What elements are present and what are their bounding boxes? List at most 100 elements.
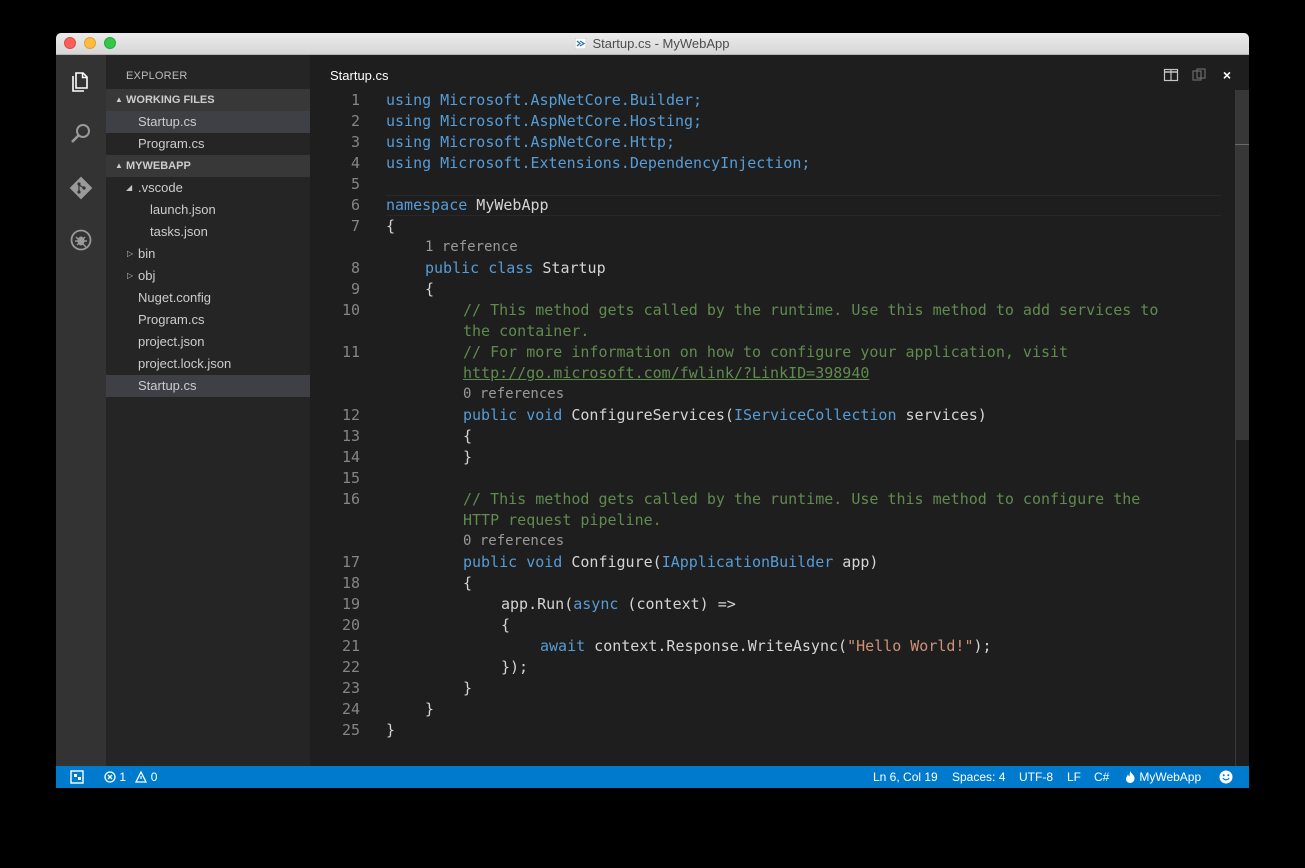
working-file-startup[interactable]: Startup.cs [106,111,310,133]
line-number: 25 [341,721,360,739]
keyword: public [463,406,518,424]
file-name: Startup.cs [138,114,197,129]
line-number: 21 [341,637,360,655]
comment-line: HTTP request pipeline. [463,511,662,529]
tree-folder-obj[interactable]: ▷ obj [106,265,310,287]
identifier: MyWebApp [467,196,549,214]
split-editor-icon[interactable] [1163,67,1179,83]
project-header[interactable]: ▲ MYWEBAPP [106,155,310,177]
editor-title-bar: Startup.cs × [310,55,1249,90]
code-editor[interactable]: 1 2 3 4 5 6 7 8 9 10 11 12 13 14 15 16 1… [310,90,1235,766]
line-number: 4 [350,154,360,172]
overview-ruler-marker [1235,144,1249,145]
line-number: 14 [341,448,360,466]
working-files-label: WORKING FILES [126,94,215,106]
git-branch-icon[interactable] [70,770,84,784]
line-number: 22 [341,658,360,676]
code-line: { [425,280,435,298]
tree-folder-vscode[interactable]: ◢ .vscode [106,177,310,199]
scrollbar-thumb[interactable] [1236,90,1249,440]
tree-file-launch[interactable]: launch.json [106,199,310,221]
code-line: public class Startup [425,258,606,279]
indentation[interactable]: Spaces: 4 [952,766,1005,788]
code-line: await context.Response.WriteAsync("Hello… [540,636,992,657]
tree-file-project-json[interactable]: project.json [106,331,310,353]
git-icon[interactable] [69,176,93,200]
line-ending[interactable]: LF [1067,766,1081,788]
identifier: Startup [542,259,606,277]
identifier: services) [896,406,987,424]
tree-folder-bin[interactable]: ▷ bin [106,243,310,265]
project-selector[interactable]: MyWebApp [1125,766,1201,788]
feedback-smiley-icon[interactable] [1219,770,1233,784]
line-number: 7 [350,217,360,235]
working-files-header[interactable]: ▲ WORKING FILES [106,89,310,111]
type-ref: IApplicationBuilder [661,553,834,571]
identifier: context.Response.WriteAsync( [585,637,848,655]
line-number: 23 [341,679,360,697]
code-line: } [463,448,473,466]
namespace-ref: Microsoft.AspNetCore.Http; [431,133,675,151]
file-name: project.json [138,334,205,349]
keyword: using [386,112,432,130]
file-name: Nuget.config [138,290,211,305]
identifier: (context) => [618,595,736,613]
explorer-icon[interactable] [69,70,93,94]
editor-tab-title[interactable]: Startup.cs [330,68,389,83]
file-name: Startup.cs [138,378,197,393]
keyword: async [573,595,619,613]
namespace-ref: Microsoft.AspNetCore.Builder; [431,91,703,109]
code-line: using Microsoft.AspNetCore.Http; [386,132,675,153]
line-number: 11 [341,343,360,361]
tree-file-program[interactable]: Program.cs [106,309,310,331]
comment-line: // This method gets called by the runtim… [463,301,1159,319]
search-icon[interactable] [69,122,93,146]
namespace-ref: Microsoft.AspNetCore.Hosting; [431,112,703,130]
language-mode[interactable]: C# [1094,766,1109,788]
codelens-reference[interactable]: 0 references [463,384,564,405]
line-number: 24 [341,700,360,718]
identifier: Configure( [571,553,662,571]
identifier: ); [973,637,992,655]
tree-file-project-lock[interactable]: project.lock.json [106,353,310,375]
encoding[interactable]: UTF-8 [1019,766,1053,788]
string-literal: "Hello World!" [847,637,974,655]
open-changes-icon[interactable] [1191,67,1207,83]
code-line: { [463,574,473,592]
code-line: { [386,217,396,235]
vertical-scrollbar[interactable] [1235,90,1249,766]
folder-collapsed-icon: ▷ [127,249,134,258]
close-editor-icon[interactable]: × [1219,67,1235,83]
expand-triangle-icon: ▲ [115,161,123,170]
line-number: 16 [341,490,360,508]
project-name: MyWebApp [1139,770,1202,784]
window-title: Startup.cs - MyWebApp [592,36,730,51]
expand-triangle-icon: ▲ [115,95,123,104]
line-number: 8 [350,259,360,277]
line-number: 10 [341,301,360,319]
cursor-position[interactable]: Ln 6, Col 19 [873,766,938,788]
folder-name: obj [138,268,156,283]
codelens-reference[interactable]: 0 references [463,531,564,552]
working-file-program[interactable]: Program.cs [106,133,310,155]
code-line: { [463,427,473,445]
keyword: public [463,553,518,571]
code-line: public void Configure(IApplicationBuilde… [463,552,878,573]
line-number: 12 [341,406,360,424]
keyword: void [526,406,563,424]
codelens-reference[interactable]: 1 reference [425,237,518,258]
identifier: app.Run( [501,595,574,613]
line-number: 15 [341,469,360,487]
window-title-wrap: Startup.cs - MyWebApp [56,33,1249,54]
code-line: namespace MyWebApp [386,195,549,216]
line-number: 3 [350,133,360,151]
file-name: Program.cs [138,312,205,327]
tree-file-startup[interactable]: Startup.cs [106,375,310,397]
debug-icon[interactable] [69,228,93,252]
comment-link[interactable]: http://go.microsoft.com/fwlink/?LinkID=3… [463,363,869,384]
editor-area: Startup.cs × 1 2 3 4 5 6 7 8 9 10 11 12 … [310,55,1249,766]
tree-file-nuget[interactable]: Nuget.config [106,287,310,309]
folder-name: .vscode [138,180,183,195]
problems-indicator[interactable]: 1 0 [104,766,157,788]
tree-file-tasks[interactable]: tasks.json [106,221,310,243]
